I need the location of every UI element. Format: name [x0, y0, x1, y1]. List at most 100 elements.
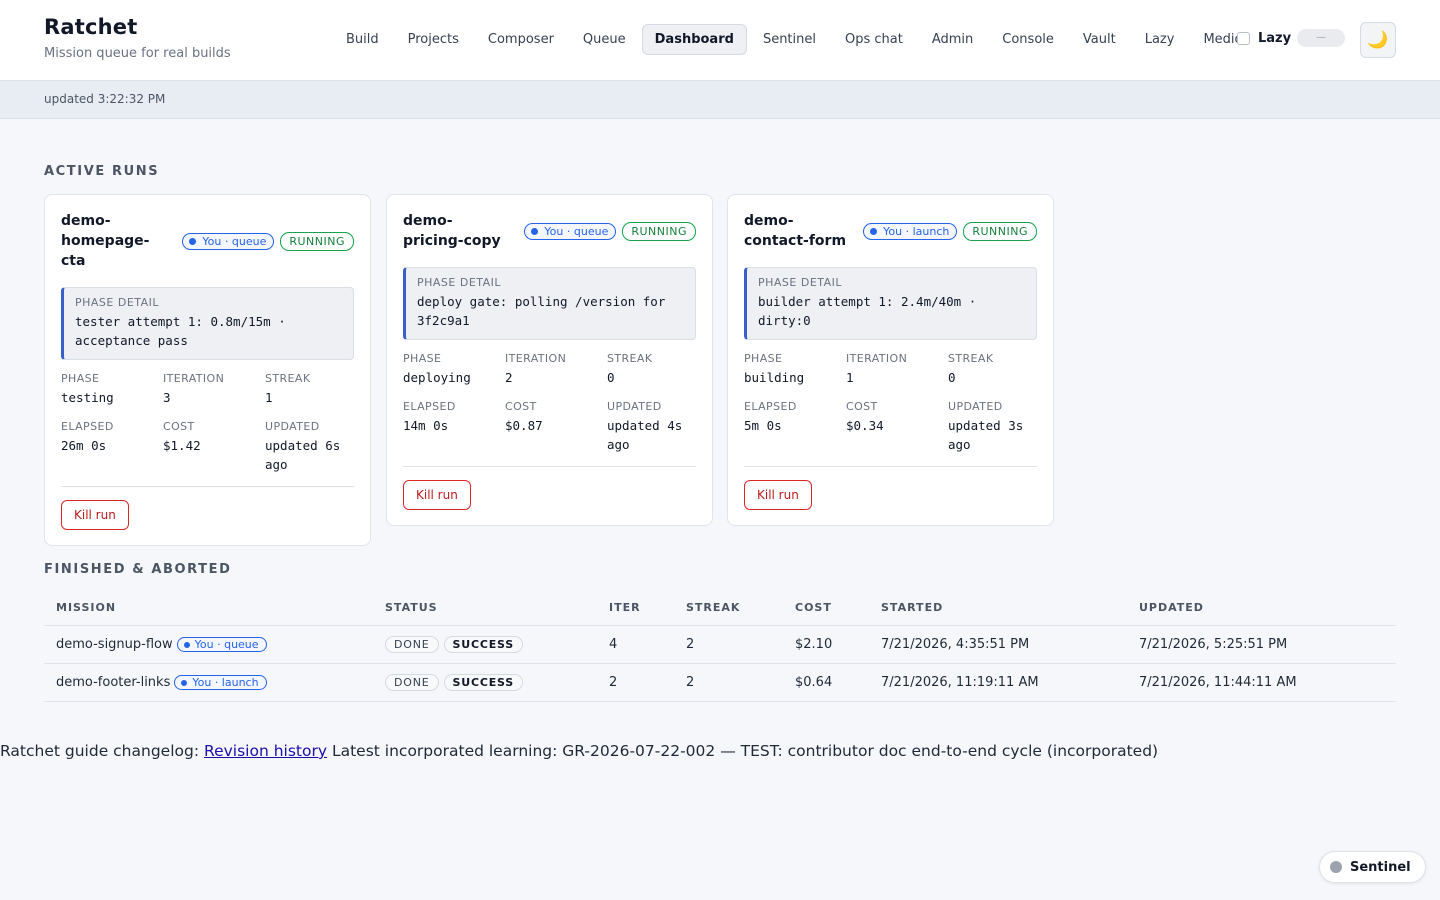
owner-badge: You · launch	[863, 222, 958, 240]
lazy-checkbox[interactable]	[1237, 31, 1250, 45]
phase-detail-label: PHASE DETAIL	[75, 296, 160, 309]
sentinel-chip-label: Sentinel	[1350, 859, 1411, 875]
revision-history-link[interactable]: Revision history	[204, 742, 327, 760]
mission-name[interactable]: demo-signup-flow	[56, 637, 173, 652]
col-started[interactable]: STARTED	[881, 601, 1139, 614]
lazy-toggle[interactable]: Lazy —	[1237, 29, 1346, 47]
table-row[interactable]: demo-footer-links You · launch DONE SUCCES…	[44, 664, 1396, 702]
updated-cell: 7/21/2026, 5:25:51 PM	[1139, 637, 1288, 652]
stat-cost: $0.34	[846, 418, 884, 433]
stat-label-cost: COST	[846, 400, 878, 413]
state-tag: DONE	[385, 636, 439, 653]
run-stats: PHASE building ITERATION 1 STREAK 0 ELAPSED…	[744, 352, 1037, 454]
col-streak[interactable]: STREAK	[686, 601, 795, 614]
owner-badge: You · queue	[182, 232, 275, 250]
col-cost[interactable]: COST	[795, 601, 881, 614]
stat-phase: testing	[61, 390, 114, 405]
stat-cost: $0.87	[505, 418, 543, 433]
stat-elapsed: 14m 0s	[403, 418, 449, 433]
nav-vault[interactable]: Vault	[1070, 24, 1129, 55]
stat-elapsed: 26m 0s	[61, 438, 107, 453]
stat-phase: deploying	[403, 370, 471, 385]
col-status[interactable]: STATUS	[385, 601, 609, 614]
kill-run-button[interactable]: Kill run	[61, 500, 129, 530]
stat-label-iteration: ITERATION	[846, 352, 908, 365]
stat-elapsed: 5m 0s	[744, 418, 782, 433]
lazy-status-pill: —	[1297, 29, 1346, 47]
col-mission[interactable]: MISSION	[44, 601, 385, 614]
owner-label: You · launch	[883, 224, 950, 238]
phase-detail-text: tester attempt 1: 0.8m/15m · acceptance …	[75, 314, 286, 348]
stat-label-phase: PHASE	[61, 372, 100, 385]
owner-dot-icon	[531, 227, 539, 235]
kill-run-button[interactable]: Kill run	[744, 480, 812, 510]
col-updated[interactable]: UPDATED	[1139, 601, 1339, 614]
nav-composer[interactable]: Composer	[475, 24, 567, 55]
owner-dot-icon	[183, 641, 190, 648]
nav-build[interactable]: Build	[333, 24, 392, 55]
started-cell: 7/21/2026, 11:19:11 AM	[881, 675, 1039, 690]
owner-label: You · queue	[202, 234, 267, 248]
stat-label-elapsed: ELAPSED	[61, 420, 114, 433]
owner-label: You · launch	[192, 676, 259, 689]
stat-label-updated: UPDATED	[607, 400, 662, 413]
iter-cell: 4	[609, 637, 618, 652]
app-subtitle: Mission queue for real builds	[44, 46, 231, 61]
nav-console[interactable]: Console	[989, 24, 1067, 55]
state-tag: DONE	[385, 674, 439, 691]
col-iter[interactable]: ITER	[609, 601, 686, 614]
started-cell: 7/21/2026, 4:35:51 PM	[881, 637, 1030, 652]
owner-badge: You · queue	[176, 637, 267, 652]
stat-updated: updated 3s ago	[948, 418, 1024, 452]
stat-iteration: 2	[505, 370, 513, 385]
stat-label-updated: UPDATED	[265, 420, 320, 433]
theme-toggle-button[interactable]: 🌙	[1360, 22, 1396, 58]
sentinel-chip[interactable]: Sentinel	[1319, 851, 1426, 883]
run-stats: PHASE deploying ITERATION 2 STREAK 0 ELAPSE…	[403, 352, 696, 454]
stat-phase: building	[744, 370, 805, 385]
nav-sentinel[interactable]: Sentinel	[750, 24, 829, 55]
stat-updated: updated 6s ago	[265, 438, 341, 472]
status-badge: RUNNING	[963, 221, 1037, 241]
kill-run-button[interactable]: Kill run	[403, 480, 471, 510]
nav-lazy[interactable]: Lazy	[1132, 24, 1188, 55]
owner-badge: You · queue	[524, 222, 617, 240]
nav-admin[interactable]: Admin	[919, 24, 986, 55]
owner-dot-icon	[181, 679, 188, 686]
stat-label-phase: PHASE	[403, 352, 442, 365]
nav-queue[interactable]: Queue	[570, 24, 639, 55]
phase-detail: PHASE DETAIL tester attempt 1: 0.8m/15m …	[61, 287, 354, 360]
nav-ops-chat[interactable]: Ops chat	[832, 24, 916, 55]
nav-dashboard[interactable]: Dashboard	[641, 24, 747, 55]
run-name: demo-contact-form	[744, 213, 847, 249]
owner-dot-icon	[189, 237, 197, 245]
stat-streak: 0	[607, 370, 615, 385]
mission-name[interactable]: demo-footer-links	[56, 675, 170, 690]
stat-label-cost: COST	[505, 400, 537, 413]
finished-table: MISSION STATUS ITER STREAK COST STARTED …	[44, 590, 1396, 702]
changelog-line: Ratchet guide changelog: Revision histor…	[0, 742, 1158, 760]
updated-timestamp: updated 3:22:32 PM	[44, 92, 166, 106]
main-nav: Build Projects Composer Queue Dashboard …	[333, 24, 1258, 55]
run-card: demo-contact-form You · launch RUNNING P…	[727, 194, 1054, 526]
stat-label-elapsed: ELAPSED	[744, 400, 797, 413]
app-title[interactable]: Ratchet	[44, 15, 231, 39]
owner-label: You · queue	[544, 224, 609, 238]
stat-streak: 0	[948, 370, 956, 385]
stat-label-updated: UPDATED	[948, 400, 1003, 413]
nav-projects[interactable]: Projects	[395, 24, 472, 55]
phase-detail-label: PHASE DETAIL	[417, 276, 502, 289]
status-badge: RUNNING	[622, 221, 696, 241]
lazy-label: Lazy	[1258, 30, 1292, 46]
moon-icon: 🌙	[1367, 30, 1389, 50]
stat-cost: $1.42	[163, 438, 201, 453]
table-row[interactable]: demo-signup-flow You · queue DONE SUCCESS …	[44, 626, 1396, 664]
stat-label-streak: STREAK	[948, 352, 994, 365]
cost-cell: $0.64	[795, 675, 833, 690]
sentinel-status-icon	[1330, 861, 1342, 873]
changelog-prefix: Ratchet guide changelog:	[0, 742, 200, 760]
stat-iteration: 1	[846, 370, 854, 385]
finished-heading: FINISHED & ABORTED	[44, 562, 232, 577]
owner-badge: You · launch	[174, 675, 267, 690]
stat-label-iteration: ITERATION	[163, 372, 225, 385]
